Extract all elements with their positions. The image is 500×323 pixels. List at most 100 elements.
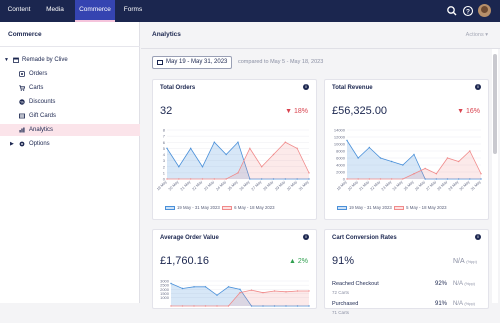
data-point [216,305,218,307]
card-value: 32 [160,105,173,117]
legend-swatch-previous [394,205,405,210]
data-point [413,173,415,175]
data-point [390,178,393,180]
y-tick-label: 4 [163,152,166,157]
tab-media[interactable]: Media [40,0,70,22]
conversion-row: Purchased 71 Carts 91% N/A (%pp) [332,301,476,315]
y-tick-label: 3 [163,158,166,163]
chart-legend: 19 May - 31 May 2023 6 May - 18 May 2023 [165,205,275,210]
chevron-right-icon[interactable]: ▶ [10,138,14,150]
y-tick-label: 4000 [336,163,346,168]
data-point [379,157,382,159]
main-content: Analytics Actions ▾ May 19 - May 31, 202… [141,22,500,315]
sidebar-item-options[interactable]: ▶ Options [0,138,140,150]
data-point [368,178,371,180]
data-point [216,294,218,296]
gear-icon [19,141,25,147]
total-revenue-card: Total Revenue i £56,325.00 ▼ 16% 0 2000 40… [324,79,489,220]
data-point [284,141,287,143]
total-orders-chart: 01234567819 May 20 May 21 May 22 May 23 May 2… [157,128,310,192]
sidebar: Commerce ▼ Remade by Clive Orders Carts … [0,22,140,303]
info-icon[interactable]: i [303,234,309,240]
y-tick-label: 6 [163,140,166,145]
sidebar-item-gift-cards[interactable]: Gift Cards [0,110,140,122]
tab-content[interactable]: Content [4,0,34,22]
header-divider [141,48,500,49]
help-icon[interactable]: ? [462,5,474,17]
data-point [225,178,227,180]
data-point [260,166,263,168]
tab-forms[interactable]: Forms [119,0,147,22]
data-point [204,305,207,307]
data-point [308,290,310,292]
x-tick-label: 28 May [263,180,275,192]
info-icon[interactable]: i [303,84,309,90]
actions-menu[interactable]: Actions ▾ [466,32,488,38]
x-tick-label: 26 May [239,180,251,192]
data-point [213,178,216,180]
data-point [357,178,359,180]
svg-text:%: % [20,100,24,105]
chart-legend: 19 May - 31 May 2023 5 May - 18 May 2023 [337,205,447,210]
search-icon[interactable] [446,5,458,17]
y-tick-label: 8000 [336,149,346,154]
data-point [390,160,393,163]
sidebar-item-carts[interactable]: Carts [0,82,140,94]
legend-swatch-current [165,205,175,210]
data-point [296,147,298,150]
x-tick-label: 30 May [286,180,298,192]
data-point [469,150,471,152]
sidebar-item-label: Orders [29,71,48,77]
data-point [273,290,276,292]
top-navigation-bar: Content Media Commerce Forms ? [0,0,500,22]
delta-badge: ▼ 18% [285,108,308,115]
y-tick-label: 7 [163,134,166,139]
svg-text:?: ? [466,8,470,15]
legend-swatch-current [337,205,347,210]
tab-commerce[interactable]: Commerce [75,0,115,22]
data-point [193,286,195,288]
y-tick-label: 1000 [160,295,170,300]
data-point [296,290,299,292]
card-title: Total Revenue [332,85,373,91]
user-avatar[interactable] [478,4,491,17]
sidebar-item-orders[interactable]: Orders [0,68,140,80]
x-tick-label: 23 May [203,180,215,192]
conversion-row: Reached Checkout 72 Carts 92% N/A (%pp) [332,281,476,295]
y-tick-label: 10000 [334,142,346,147]
sidebar-item-discounts[interactable]: % Discounts [0,96,140,108]
x-tick-label: 29 May [448,180,460,192]
data-point [480,173,482,175]
data-point [237,141,239,143]
x-tick-label: 19 May [336,180,348,192]
y-tick-label: 12000 [334,135,346,140]
scrollbar-thumb[interactable] [493,54,497,154]
cart-conversion-card: Cart Conversion Rates i 91% N/A (%pp) Re… [324,229,489,315]
data-point [250,289,253,291]
data-point [178,178,180,180]
chevron-down-icon[interactable]: ▼ [4,54,9,66]
info-icon[interactable]: i [475,84,481,90]
data-point [413,153,415,156]
sidebar-item-label: Carts [29,85,44,91]
y-tick-label: 6000 [336,156,346,161]
x-tick-label: 21 May [358,180,370,192]
sidebar-store[interactable]: ▼ Remade by Clive [0,54,140,66]
x-tick-label: 25 May [227,180,239,192]
data-point [181,305,184,307]
data-point [227,286,230,288]
info-icon[interactable]: i [475,234,481,240]
x-tick-label: 21 May [180,180,192,192]
delta-badge: ▲ 2% [288,258,308,265]
sidebar-item-analytics[interactable]: Analytics [0,124,140,136]
data-point [285,291,287,293]
data-point [402,164,404,166]
data-point [204,286,207,288]
data-point [239,288,241,291]
x-tick-label: 25 May [403,180,415,192]
x-tick-label: 24 May [215,180,227,192]
date-range-picker[interactable]: May 19 - May 31, 2023 [152,56,232,69]
data-point [193,305,195,307]
card-value: 91% [332,255,355,267]
data-point [239,291,241,294]
